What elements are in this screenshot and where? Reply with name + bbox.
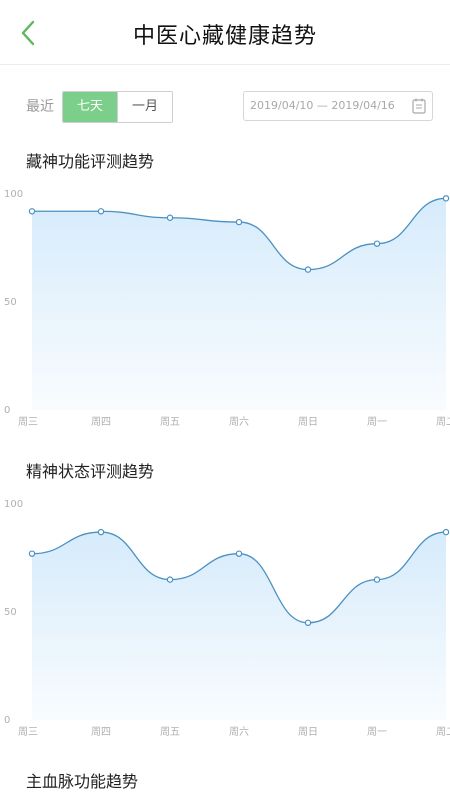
- period-selector: 七天 一月: [62, 91, 173, 123]
- data-point[interactable]: [97, 208, 105, 215]
- period-option-seven-days[interactable]: 七天: [63, 92, 117, 122]
- date-range-field[interactable]: 2019/04/10 — 2019/04/16: [243, 91, 433, 121]
- section-title-mental: 精神状态评测趋势: [26, 462, 155, 481]
- y-tick-label: 0: [4, 715, 10, 726]
- chart-area-fill: [32, 198, 446, 410]
- y-tick-label: 0: [4, 405, 10, 416]
- period-option-one-month[interactable]: 一月: [117, 92, 172, 122]
- chart-shen-function: 0 50 100 周三 周四 周五 周六 周日 周一 周二: [4, 189, 450, 428]
- chart-mental-state: 0 50 100 周三 周四 周五 周六 周日 周一 周二: [4, 499, 450, 738]
- x-tick-label: 周二: [436, 416, 450, 428]
- data-point[interactable]: [97, 528, 105, 536]
- x-tick-label: 周四: [91, 726, 111, 738]
- x-tick-label: 周日: [298, 726, 318, 738]
- section-title-blood: 主血脉功能趋势: [26, 772, 139, 791]
- y-tick-label: 50: [4, 297, 17, 308]
- y-tick-label: 50: [4, 607, 17, 618]
- data-point[interactable]: [28, 208, 36, 215]
- data-point[interactable]: [235, 550, 243, 557]
- data-point[interactable]: [304, 266, 312, 273]
- x-tick-label: 周六: [229, 726, 249, 738]
- data-point[interactable]: [235, 218, 243, 226]
- data-point[interactable]: [166, 576, 174, 583]
- x-tick-label: 周五: [160, 416, 180, 428]
- x-tick-label: 周二: [436, 726, 450, 738]
- y-tick-label: 100: [4, 189, 23, 200]
- data-point[interactable]: [373, 240, 381, 247]
- x-tick-label: 周六: [229, 416, 249, 428]
- chart-area-fill: [32, 532, 446, 720]
- x-tick-label: 周一: [367, 416, 387, 428]
- data-point[interactable]: [304, 619, 312, 626]
- calendar-icon[interactable]: [412, 98, 426, 114]
- section-title-shen: 藏神功能评测趋势: [26, 152, 155, 171]
- x-tick-label: 周三: [18, 416, 38, 428]
- y-tick-label: 100: [4, 499, 23, 510]
- x-tick-label: 周五: [160, 726, 180, 738]
- page-title: 中医心藏健康趋势: [132, 24, 317, 49]
- x-tick-label: 周日: [298, 416, 318, 428]
- data-point[interactable]: [373, 576, 381, 583]
- data-point[interactable]: [442, 195, 450, 202]
- filter-label: 最近: [26, 99, 54, 115]
- data-point[interactable]: [166, 214, 174, 221]
- date-range-text: 2019/04/10 — 2019/04/16: [250, 99, 395, 112]
- data-point[interactable]: [28, 550, 36, 557]
- x-tick-label: 周四: [91, 416, 111, 428]
- data-point[interactable]: [442, 528, 450, 536]
- x-tick-label: 周三: [18, 726, 38, 738]
- app-header: 中医心藏健康趋势: [0, 0, 450, 65]
- x-tick-label: 周一: [367, 726, 387, 738]
